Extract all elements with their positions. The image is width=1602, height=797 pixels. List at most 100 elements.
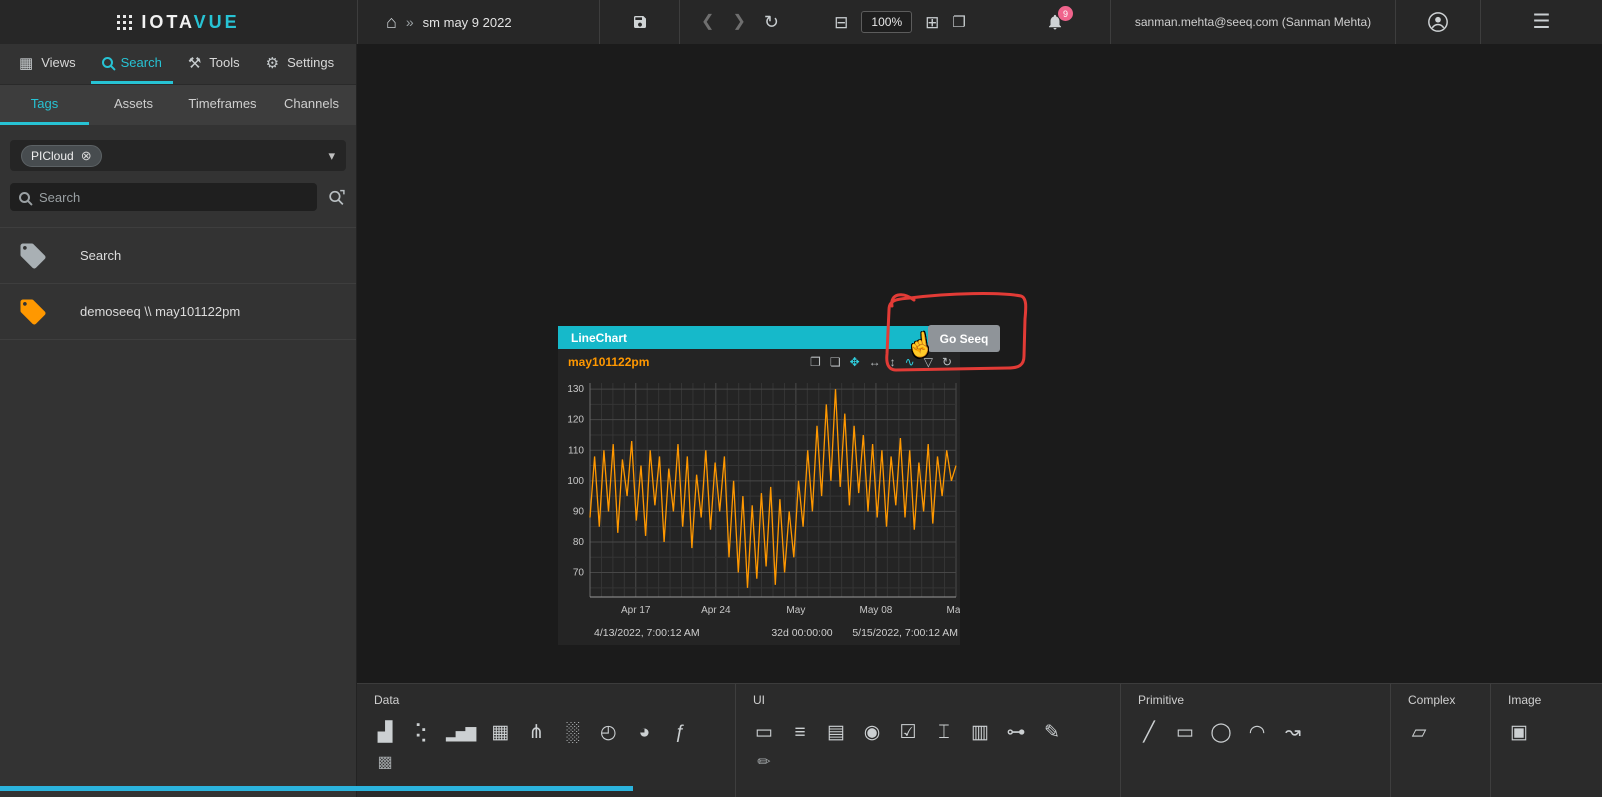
stretch-horizontal-icon[interactable]: ↔ bbox=[869, 355, 881, 369]
stretch-vertical-icon[interactable]: ↕ bbox=[890, 355, 896, 369]
notification-badge: 9 bbox=[1058, 6, 1073, 21]
canvas[interactable]: LineChart may101122pm ❐❏✥↔↕∿▽↻ 708090100… bbox=[357, 44, 1602, 683]
nav-item-search[interactable]: Search bbox=[91, 44, 173, 84]
tag-list-item[interactable]: Search bbox=[0, 228, 356, 284]
arc-icon[interactable]: ◠ bbox=[1246, 723, 1268, 742]
function-stream-icon[interactable]: ƒ bbox=[669, 723, 691, 742]
nav-item-tools[interactable]: ⚒ Tools bbox=[177, 44, 251, 84]
chart-footer: 4/13/2022, 7:00:12 AM 32d 00:00:00 5/15/… bbox=[558, 625, 960, 645]
x-tick-label: May 08 bbox=[860, 605, 893, 616]
linechart-widget[interactable]: LineChart may101122pm ❐❏✥↔↕∿▽↻ 708090100… bbox=[558, 326, 960, 645]
menu-section: ☰ bbox=[1480, 0, 1602, 44]
forward-icon[interactable]: ❯ bbox=[732, 14, 745, 30]
pivot-grid-icon[interactable]: ▦ bbox=[489, 723, 511, 742]
palette-section-label: Complex bbox=[1408, 693, 1490, 707]
tools-icon: ⚒ bbox=[188, 54, 201, 72]
hand-cursor-icon: ☝ bbox=[904, 330, 936, 361]
nav-item-settings[interactable]: ⚙ Settings bbox=[255, 44, 345, 84]
circle-icon[interactable]: ◯ bbox=[1210, 723, 1232, 742]
tag-icon bbox=[18, 241, 48, 271]
tab-channels[interactable]: Channels bbox=[267, 85, 356, 125]
y-tick-label: 90 bbox=[573, 506, 585, 517]
settings-gear-icon: ⚙ bbox=[266, 54, 279, 72]
scatter-chart-icon[interactable]: ⢕ bbox=[410, 723, 432, 742]
move-icon[interactable]: ✥ bbox=[850, 355, 860, 369]
saved-search-icon[interactable] bbox=[327, 188, 346, 207]
breadcrumb: ⌂ » sm may 9 2022 bbox=[357, 0, 599, 44]
map-icon[interactable]: ▱ bbox=[1408, 723, 1430, 742]
bar-chart-icon[interactable]: ▂▅▇ bbox=[446, 726, 475, 740]
tab-label: Assets bbox=[114, 96, 153, 111]
chart-box-icon[interactable]: ▩ bbox=[374, 755, 396, 771]
palette: Data▟⢕▂▅▇▦⋔░◴◕ƒ▩UI▭≡▤◉☑⌶▥⊶✎✏Primitive╱▭◯… bbox=[357, 683, 1602, 797]
gauge-icon[interactable]: ◴ bbox=[597, 723, 619, 742]
go-seeq-tooltip[interactable]: Go Seeq bbox=[928, 325, 1000, 352]
tag-icon bbox=[18, 297, 48, 327]
donut-chart-icon[interactable]: ◕ bbox=[633, 723, 655, 742]
image-icon[interactable]: ▣ bbox=[1508, 723, 1530, 742]
line-chart: 708090100110120130Apr 17Apr 24MayMay 08M… bbox=[558, 375, 960, 625]
search-icon bbox=[19, 192, 30, 203]
x-tick-label: May bbox=[786, 605, 805, 616]
fullscreen-icon[interactable]: ❏ bbox=[830, 355, 841, 369]
text-field-icon[interactable]: ⌶ bbox=[933, 723, 955, 742]
back-icon[interactable]: ❮ bbox=[701, 14, 714, 30]
rectangle-icon[interactable]: ▭ bbox=[1174, 723, 1196, 742]
popout-icon[interactable]: ❐ bbox=[810, 355, 821, 369]
tab-timeframes[interactable]: Timeframes bbox=[178, 85, 267, 125]
equalizer-icon[interactable]: ≡ bbox=[789, 723, 811, 742]
area-chart-icon[interactable]: ▟ bbox=[374, 723, 396, 742]
tab-tags[interactable]: Tags bbox=[0, 85, 89, 125]
tab-assets[interactable]: Assets bbox=[89, 85, 178, 125]
series-label: may101122pm bbox=[568, 355, 649, 369]
chip-close-icon[interactable]: ⊗ bbox=[81, 148, 92, 164]
search-icon bbox=[102, 57, 113, 68]
search-input[interactable] bbox=[39, 190, 308, 205]
save-section bbox=[599, 0, 679, 44]
palette-section-label: UI bbox=[753, 693, 1120, 707]
history-icon[interactable]: ↻ bbox=[942, 355, 952, 369]
input-box-icon[interactable]: ▭ bbox=[753, 723, 775, 742]
tag-list: Search demoseeq \\ may101122pm bbox=[0, 227, 356, 340]
time-range-start: 4/13/2022, 7:00:12 AM bbox=[594, 627, 700, 639]
refresh-icon[interactable]: ↻ bbox=[764, 13, 779, 31]
zoom-out-icon[interactable]: ⊟ bbox=[834, 14, 848, 31]
hierarchy-icon[interactable]: ⋔ bbox=[525, 723, 547, 742]
save-icon[interactable] bbox=[632, 14, 648, 30]
radio-button-icon[interactable]: ◉ bbox=[861, 723, 883, 742]
tab-label: Tags bbox=[31, 96, 58, 111]
palette-section-label: Data bbox=[374, 693, 735, 707]
sidebar: ▦ Views Search ⚒ Tools ⚙ Settings Tags A… bbox=[0, 44, 357, 797]
account-icon[interactable] bbox=[1427, 11, 1449, 33]
palette-section-label: Image bbox=[1508, 693, 1602, 707]
page-title: sm may 9 2022 bbox=[423, 15, 512, 30]
search-field[interactable] bbox=[10, 183, 317, 211]
logo-text-accent: VUE bbox=[194, 12, 240, 32]
calendar-icon[interactable]: ▥ bbox=[969, 723, 991, 742]
y-tick-label: 110 bbox=[568, 445, 584, 456]
heatmap-icon[interactable]: ░ bbox=[561, 723, 583, 742]
hamburger-menu-icon[interactable]: ☰ bbox=[1533, 12, 1551, 32]
home-icon[interactable]: ⌂ bbox=[386, 13, 397, 31]
polyline-icon[interactable]: ↝ bbox=[1282, 723, 1304, 742]
tag-label: demoseeq \\ may101122pm bbox=[80, 304, 240, 319]
nav-label: Search bbox=[121, 55, 162, 70]
time-range-duration: 32d 00:00:00 bbox=[771, 627, 832, 639]
toggle-icon[interactable]: ⊶ bbox=[1005, 723, 1027, 742]
open-external-icon[interactable]: ❐ bbox=[952, 15, 965, 30]
edit-form-icon[interactable]: ✏ bbox=[753, 755, 775, 771]
palette-section-image: Image ▣ bbox=[1490, 684, 1602, 797]
edit-icon[interactable]: ✎ bbox=[1041, 723, 1063, 742]
history-nav: ❮ ❯ ↻ bbox=[679, 0, 800, 44]
bell-icon[interactable]: 9 bbox=[1046, 13, 1064, 31]
zoom-in-icon[interactable]: ⊞ bbox=[925, 14, 939, 31]
list-view-icon[interactable]: ▤ bbox=[825, 723, 847, 742]
tag-list-item[interactable]: demoseeq \\ may101122pm bbox=[0, 284, 356, 340]
line-icon[interactable]: ╱ bbox=[1138, 723, 1160, 742]
nav-item-views[interactable]: ▦ Views bbox=[8, 44, 87, 84]
widget-header[interactable]: LineChart bbox=[558, 326, 960, 349]
checkbox-icon[interactable]: ☑ bbox=[897, 723, 919, 742]
datasource-dropdown[interactable]: PICloud ⊗ ▾ bbox=[10, 140, 346, 171]
datasource-chip[interactable]: PICloud ⊗ bbox=[21, 145, 102, 167]
horizontal-scrollbar[interactable] bbox=[0, 786, 633, 791]
